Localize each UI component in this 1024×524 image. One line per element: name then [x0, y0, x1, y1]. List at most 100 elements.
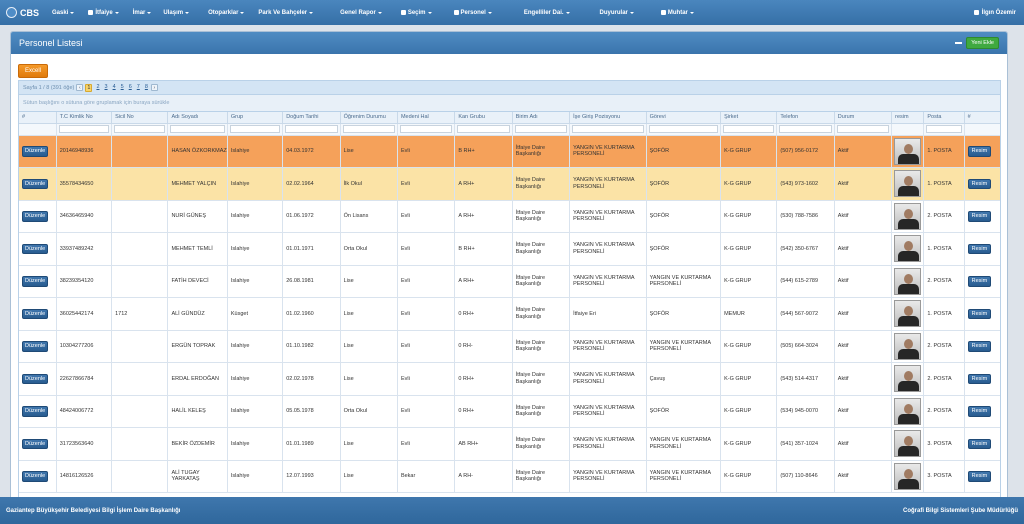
edit-button[interactable]: Düzenle — [22, 471, 49, 482]
photo-button[interactable]: Resim — [967, 341, 992, 352]
filter-input[interactable] — [285, 125, 338, 133]
menu-item-7[interactable]: Seçim — [400, 0, 432, 25]
filter-input[interactable] — [514, 125, 568, 133]
edit-button[interactable]: Düzenle — [22, 146, 49, 157]
column-header[interactable]: # — [19, 112, 57, 124]
column-header[interactable]: Doğum Tarihi — [282, 112, 341, 124]
filter-input[interactable] — [170, 125, 225, 133]
photo-button[interactable]: Resim — [967, 438, 992, 449]
edit-button[interactable]: Düzenle — [22, 211, 49, 222]
menu-item-0[interactable]: Gaski — [52, 0, 75, 25]
column-header[interactable]: resim — [891, 112, 925, 124]
menu-item-5[interactable]: Park Ve Bahçeler — [258, 0, 314, 25]
menu-item-3[interactable]: Ulaşım — [163, 0, 190, 25]
filter-input[interactable] — [114, 125, 166, 133]
page-link[interactable]: 7 — [136, 84, 141, 92]
photo-button[interactable]: Resim — [967, 178, 992, 189]
column-header[interactable]: Öğrenim Durumu — [340, 112, 398, 124]
menu-item-1[interactable]: İtfaiye — [88, 0, 119, 25]
photo-button[interactable]: Resim — [967, 373, 992, 384]
filter-input[interactable] — [779, 125, 832, 133]
table-row[interactable]: Düzenle 38239354120 FATİH DEVECİ Islahiye 26… — [19, 265, 1000, 298]
new-record-button[interactable]: Yeni Ekle — [966, 37, 999, 49]
column-header[interactable]: İşe Giriş Pozisyonu — [569, 112, 647, 124]
menu-item-6[interactable]: Genel Rapor — [340, 0, 382, 25]
page-link[interactable]: 6 — [128, 84, 133, 92]
column-header[interactable]: Şirket — [720, 112, 778, 124]
edit-button[interactable]: Düzenle — [22, 438, 49, 449]
filter-input[interactable] — [229, 125, 281, 133]
table-row[interactable]: Düzenle 34636465940 NURİ GÜNEŞ Islahiye 01.0… — [19, 200, 1000, 233]
table-row[interactable]: Düzenle 48424006772 HALİL KELEŞ Islahiye 05.… — [19, 395, 1000, 428]
personnel-photo — [894, 397, 922, 425]
column-header[interactable]: Birim Adı — [512, 112, 571, 124]
menu-item-4[interactable]: Otoparklar — [208, 0, 245, 25]
table-row[interactable]: Düzenle 20146948936 HASAN ÖZKORKMAZ Islahiy… — [19, 135, 1000, 168]
table-row[interactable]: Düzenle 36025442174 1712 ALİ GÜNDÜZ Küsget 01… — [19, 297, 1000, 331]
table-row[interactable]: Düzenle 10304277206 ERGÜN TOPRAK Islahiye 01… — [19, 330, 1000, 363]
column-header[interactable]: Medeni Hal — [397, 112, 456, 124]
filter-input[interactable] — [723, 125, 775, 133]
menu-item-9[interactable]: Engelliler Dai. — [524, 0, 570, 25]
column-header[interactable]: # — [964, 112, 1000, 124]
table-row[interactable]: Düzenle 22627866784 ERDAL ERDOĞAN Islahiye 0… — [19, 362, 1000, 396]
column-header[interactable]: Adı Soyadı — [167, 112, 228, 124]
menu-item-label: İmar — [132, 9, 146, 16]
table-row[interactable]: Düzenle 33937489242 MEHMET TEMLİ Islahiye 01… — [19, 232, 1000, 266]
column-header[interactable]: Posta — [923, 112, 965, 124]
collapse-icon[interactable] — [955, 42, 963, 44]
page-link[interactable]: 4 — [112, 84, 117, 92]
column-header[interactable]: Durum — [834, 112, 893, 124]
excel-export-button[interactable]: Excell — [18, 64, 49, 78]
photo-button[interactable]: Resim — [967, 146, 992, 157]
brand[interactable]: CBS — [0, 7, 52, 18]
filter-input[interactable] — [399, 125, 453, 133]
table-row[interactable]: Düzenle 35578434650 MEHMET YALÇIN Islahiye 0… — [19, 167, 1000, 201]
user-menu[interactable]: İlgın Özemir — [973, 0, 1016, 25]
cell-sirket: MEMUR — [720, 297, 778, 331]
filter-input[interactable] — [572, 125, 644, 133]
photo-button[interactable]: Resim — [967, 243, 992, 254]
column-header[interactable]: Sicil No — [111, 112, 169, 124]
column-header[interactable]: Telefon — [776, 112, 835, 124]
filter-input[interactable] — [926, 125, 962, 133]
page-link[interactable]: 5 — [120, 84, 125, 92]
column-header[interactable]: Kan Grubu — [454, 112, 513, 124]
cell-tc: 35578434650 — [56, 167, 113, 201]
menu-item-2[interactable]: İmar — [133, 0, 152, 25]
page-link[interactable]: 2 — [95, 84, 100, 92]
edit-button[interactable]: Düzenle — [22, 341, 49, 352]
column-header[interactable]: Grup — [227, 112, 284, 124]
photo-button[interactable]: Resim — [967, 308, 992, 319]
page-link[interactable]: 8 — [144, 84, 149, 92]
page-link[interactable]: 1 — [85, 83, 93, 92]
edit-button[interactable]: Düzenle — [22, 308, 49, 319]
photo-button[interactable]: Resim — [967, 211, 992, 222]
photo-button[interactable]: Resim — [967, 406, 992, 417]
filter-input[interactable] — [457, 125, 510, 133]
cell-sicil — [111, 265, 169, 298]
page-link[interactable]: 3 — [104, 84, 109, 92]
edit-button[interactable]: Düzenle — [22, 178, 49, 189]
filter-input[interactable] — [342, 125, 395, 133]
edit-button[interactable]: Düzenle — [22, 243, 49, 254]
edit-button[interactable]: Düzenle — [22, 406, 49, 417]
column-header[interactable]: T.C Kimlik No — [56, 112, 113, 124]
column-header[interactable]: Görevi — [646, 112, 722, 124]
cell-gorev: ŞOFÖR — [646, 395, 722, 428]
filter-input[interactable] — [648, 125, 719, 133]
group-panel[interactable]: Sütun başlığını o sütuna göre gruplamak … — [19, 95, 1000, 112]
next-page-icon[interactable]: › — [150, 84, 158, 91]
edit-button[interactable]: Düzenle — [22, 276, 49, 287]
menu-item-11[interactable]: Muhtar — [660, 0, 694, 25]
edit-button[interactable]: Düzenle — [22, 373, 49, 384]
photo-button[interactable]: Resim — [967, 276, 992, 287]
photo-button[interactable]: Resim — [967, 471, 992, 482]
prev-page-icon[interactable]: ‹ — [76, 84, 84, 91]
table-row[interactable]: Düzenle 14816126526 ALİ TUGAY YARKATAŞ Isla… — [19, 460, 1000, 493]
filter-input[interactable] — [836, 125, 890, 133]
menu-item-8[interactable]: Personel — [453, 0, 492, 25]
table-row[interactable]: Düzenle 31723563640 BEKİR ÖZDEMİR Islahiye 0… — [19, 427, 1000, 461]
filter-input[interactable] — [58, 125, 110, 133]
menu-item-10[interactable]: Duyurular — [600, 0, 634, 25]
